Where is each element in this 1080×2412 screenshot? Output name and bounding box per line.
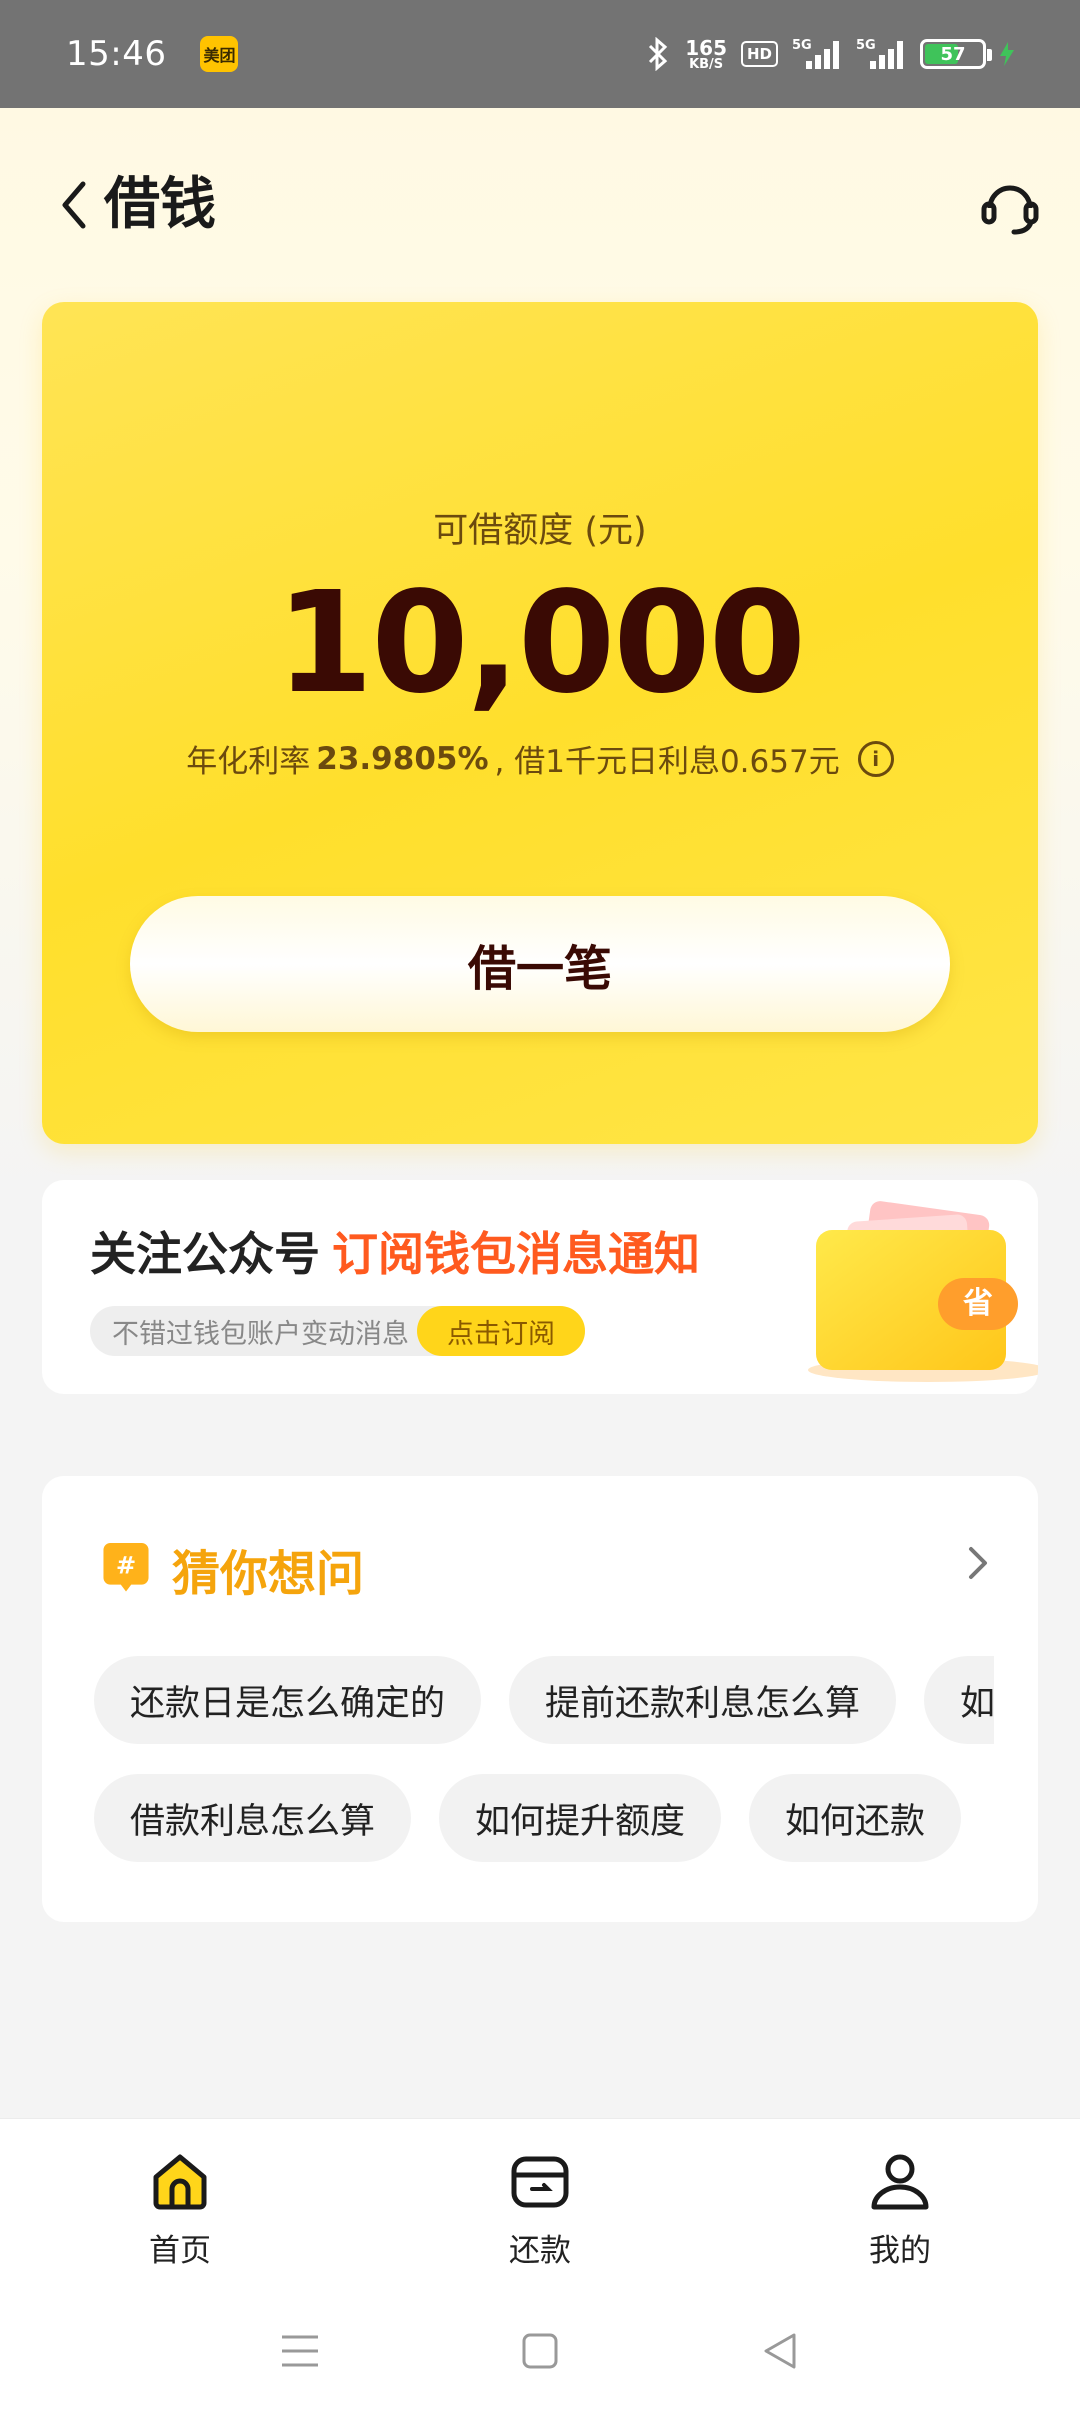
hd-voice-icon: HD [740, 41, 778, 67]
signal-5g-icon-1: 5G [792, 37, 842, 71]
meituan-app-icon: 美团 [200, 36, 239, 72]
home-icon [153, 2154, 207, 2210]
svg-text:5G: 5G [856, 38, 876, 53]
banner-subtitle-pill: 不错过钱包账户变动消息 点击订阅 [90, 1306, 585, 1356]
tab-mine-label: 我的 [869, 2233, 931, 2269]
status-bar: 15:46 美团 165 KB/S HD 5G 5G 57 [0, 0, 1080, 108]
faq-header: # 猜你想问 [100, 1534, 364, 1604]
banner-highlight: 订阅钱包消息通知 [332, 1227, 700, 1281]
faq-title: 猜你想问 [172, 1546, 365, 1602]
battery-level: 57 [940, 43, 966, 65]
credit-limit-card: 可借额度 (元) 10,000 年化利率 23.9805% , 借1千元日利息0… [42, 302, 1038, 1144]
menu-button[interactable] [280, 2333, 320, 2373]
bluetooth-icon [645, 37, 671, 71]
rate-value: 23.9805% [316, 740, 489, 777]
home-system-button[interactable] [520, 2331, 560, 2375]
banner-subtitle: 不错过钱包账户变动消息 [112, 1318, 409, 1350]
battery-icon: 57 [920, 39, 992, 69]
tab-repay-label: 还款 [509, 2233, 571, 2269]
rate-suffix: , 借1千元日利息0.657元 [494, 744, 840, 780]
status-time: 15:46 [66, 34, 167, 74]
banner-title: 关注公众号 订阅钱包消息通知 [90, 1218, 700, 1284]
faq-chips-row-2: 借款利息怎么算 如何提升额度 如何还款 [94, 1774, 994, 1862]
network-speed-value: 165 [685, 35, 727, 60]
svg-text:5G: 5G [792, 38, 812, 53]
menu-icon [282, 2335, 318, 2367]
chevron-right-icon [969, 1547, 987, 1579]
banner-title-text: 关注公众号 [90, 1227, 320, 1281]
subscribe-button[interactable]: 点击订阅 [417, 1306, 585, 1356]
wallet-illustration: 省 [788, 1200, 1038, 1390]
credit-limit-amount: 10,000 [275, 562, 806, 725]
faq-chip[interactable]: 借款利息怎么算 [94, 1774, 412, 1862]
wallet-icon [511, 2156, 569, 2208]
customer-service-button[interactable] [974, 170, 1046, 242]
borrow-button[interactable]: 借一笔 [130, 896, 950, 1032]
triangle-back-icon [764, 2333, 796, 2369]
wallet-badge: 省 [963, 1286, 993, 1321]
faq-chip[interactable]: 如何提升额度 [439, 1774, 722, 1862]
faq-chip[interactable]: 提前还款利息怎么算 [509, 1656, 897, 1744]
user-icon [871, 2154, 929, 2210]
headset-icon [981, 185, 1039, 235]
faq-chip[interactable]: 如何借款 [924, 1656, 994, 1744]
chevron-left-icon [62, 181, 86, 229]
tab-home[interactable]: 首页 [0, 2119, 360, 2294]
bottom-nav: 首页 还款 我的 [0, 2118, 1080, 2294]
faq-more-button[interactable] [958, 1538, 998, 1588]
faq-chip[interactable]: 还款日是怎么确定的 [94, 1656, 482, 1744]
interest-rate-line: 年化利率 23.9805% , 借1千元日利息0.657元 i [42, 736, 1038, 781]
faq-section: # 猜你想问 还款日是怎么确定的 提前还款利息怎么算 如何借款 借款利息怎么算 … [42, 1476, 1038, 1922]
rate-prefix: 年化利率 [186, 744, 311, 780]
status-icons: 165 KB/S HD 5G 5G 57 [645, 37, 1014, 71]
subscribe-banner[interactable]: 关注公众号 订阅钱包消息通知 不错过钱包账户变动消息 点击订阅 省 [42, 1180, 1038, 1394]
tab-home-label: 首页 [149, 2233, 211, 2269]
page-header: 借钱 [0, 150, 1080, 260]
back-system-button[interactable] [760, 2331, 800, 2375]
info-icon[interactable]: i [857, 740, 894, 777]
back-button[interactable] [44, 170, 104, 240]
hash-icon: # [103, 1543, 149, 1592]
network-speed-unit: KB/S [689, 56, 724, 72]
faq-chips-row-1: 还款日是怎么确定的 提前还款利息怎么算 如何借款 [94, 1656, 994, 1744]
network-speed: 165 KB/S [685, 38, 727, 71]
tab-repay[interactable]: 还款 [360, 2119, 720, 2294]
hash-glyph: # [116, 1550, 136, 1579]
square-icon [522, 2333, 558, 2369]
tab-mine[interactable]: 我的 [720, 2119, 1080, 2294]
charging-icon [1000, 42, 1014, 66]
faq-chip[interactable]: 如何还款 [749, 1774, 962, 1862]
credit-limit-label: 可借额度 (元) [433, 511, 647, 551]
system-nav-bar [0, 2294, 1080, 2412]
page-title: 借钱 [104, 172, 216, 237]
signal-5g-icon-2: 5G [856, 37, 906, 71]
